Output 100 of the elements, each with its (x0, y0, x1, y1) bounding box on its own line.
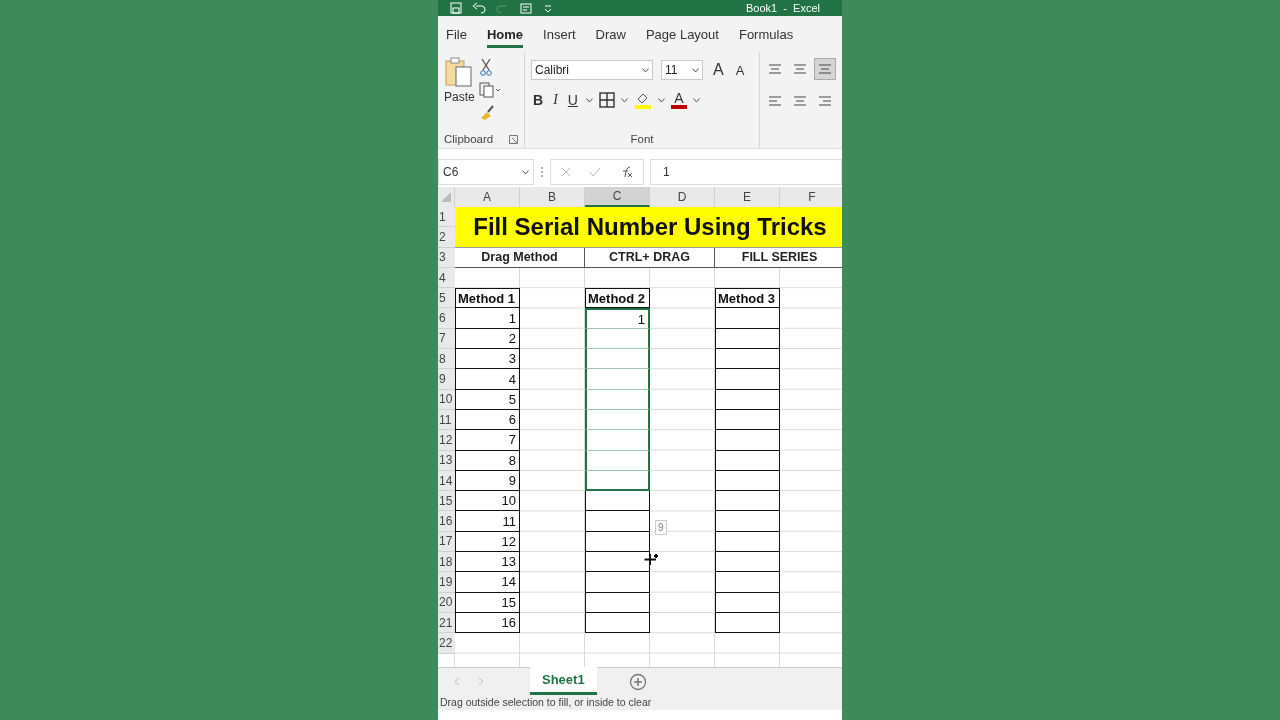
caret-icon[interactable] (585, 97, 593, 103)
launcher-icon[interactable] (509, 134, 518, 144)
row-header[interactable]: 17 (438, 531, 455, 553)
table-cell[interactable] (585, 389, 650, 410)
table-cell[interactable] (585, 612, 650, 634)
table-cell[interactable]: 11 (455, 511, 520, 532)
table-cell[interactable]: 13 (455, 552, 520, 573)
row-header[interactable]: 8 (438, 349, 455, 370)
table-cell[interactable]: 12 (455, 531, 520, 553)
table-cell[interactable] (585, 552, 650, 573)
borders-icon[interactable] (598, 92, 615, 108)
row-header[interactable]: 22 (438, 633, 455, 654)
table-cell[interactable] (715, 612, 780, 634)
table-cell[interactable] (715, 470, 780, 492)
underline-button[interactable]: U (565, 92, 580, 108)
row-header[interactable]: 2 (438, 227, 455, 248)
table-cell[interactable]: 5 (455, 389, 520, 410)
check-icon[interactable] (589, 167, 601, 177)
row-header[interactable]: 16 (438, 511, 455, 532)
formula-field[interactable]: 1 (650, 159, 842, 185)
table-cell[interactable]: 2 (455, 328, 520, 350)
table-cell[interactable] (715, 552, 780, 573)
table-cell[interactable] (715, 511, 780, 532)
save-icon[interactable] (450, 2, 462, 14)
undo-icon[interactable] (472, 2, 486, 14)
row-header[interactable]: 6 (438, 308, 455, 329)
add-sheet-button[interactable] (628, 672, 647, 691)
row-header[interactable]: 18 (438, 552, 455, 573)
table-cell[interactable] (715, 308, 780, 329)
table-cell[interactable] (715, 328, 780, 350)
table-cell[interactable]: 16 (455, 612, 520, 634)
table-cell[interactable]: 14 (455, 572, 520, 593)
table-cell[interactable]: 3 (455, 349, 520, 370)
row-header[interactable]: 12 (438, 430, 455, 451)
table-cell[interactable] (585, 531, 650, 553)
table-cell[interactable]: 15 (455, 592, 520, 613)
column-header[interactable]: C (585, 187, 650, 207)
table-cell[interactable] (585, 430, 650, 451)
row-header[interactable]: 15 (438, 491, 455, 512)
font-name-dropdown[interactable]: Calibri (531, 60, 653, 80)
fill-color-icon[interactable] (633, 91, 652, 109)
table-cell[interactable] (715, 531, 780, 553)
caret-icon[interactable] (692, 97, 700, 103)
table-cell[interactable] (715, 572, 780, 593)
copy-icon[interactable] (478, 82, 501, 98)
table-cell[interactable] (585, 450, 650, 471)
table-cell[interactable]: 1 (455, 308, 520, 329)
table-cell[interactable] (715, 409, 780, 431)
table-cell[interactable] (585, 491, 650, 512)
form-icon[interactable] (520, 2, 534, 14)
row-header[interactable]: 3 (438, 247, 455, 268)
table-cell[interactable]: 10 (455, 491, 520, 512)
table-cell[interactable]: 9 (455, 470, 520, 492)
ribbon-tab[interactable]: Formulas (738, 20, 794, 48)
row-header[interactable]: 21 (438, 612, 455, 634)
row-header[interactable]: 7 (438, 328, 455, 350)
caret-icon[interactable] (620, 97, 628, 103)
grow-font-button[interactable]: A (711, 61, 726, 79)
font-color-button[interactable]: A (670, 91, 687, 109)
table-cell[interactable]: 8 (455, 450, 520, 471)
column-header[interactable]: F (780, 187, 842, 207)
table-cell[interactable] (585, 369, 650, 390)
table-cell[interactable] (585, 511, 650, 532)
name-box[interactable]: C6 (438, 159, 534, 185)
customize-icon[interactable] (544, 2, 552, 14)
table-cell[interactable] (585, 592, 650, 613)
table-cell[interactable] (715, 592, 780, 613)
caret-icon[interactable] (657, 97, 665, 103)
row-header[interactable]: 14 (438, 470, 455, 492)
row-header[interactable]: 4 (438, 267, 455, 289)
scissors-icon[interactable] (478, 58, 493, 76)
column-header[interactable]: B (520, 187, 585, 207)
row-header[interactable]: 5 (438, 288, 455, 309)
column-header[interactable]: E (715, 187, 780, 207)
table-cell[interactable] (585, 572, 650, 593)
row-header[interactable]: 20 (438, 592, 455, 613)
table-cell[interactable] (715, 450, 780, 471)
table-cell[interactable] (585, 409, 650, 431)
paste-button[interactable]: Paste (444, 56, 475, 130)
table-cell[interactable] (585, 328, 650, 350)
table-cell[interactable] (585, 349, 650, 370)
caret-icon[interactable] (692, 67, 699, 73)
table-cell[interactable] (715, 369, 780, 390)
table-cell[interactable]: 4 (455, 369, 520, 390)
ribbon-tab[interactable]: Insert (543, 20, 576, 48)
table-cell[interactable]: 1 (585, 308, 650, 329)
ribbon-tab[interactable]: Home (486, 20, 524, 48)
table-cell[interactable] (715, 430, 780, 451)
column-header[interactable]: A (455, 187, 520, 207)
bold-button[interactable]: B (531, 92, 546, 108)
italic-button[interactable]: I (551, 92, 560, 108)
column-header[interactable]: D (650, 187, 715, 207)
table-cell[interactable]: 6 (455, 409, 520, 431)
row-header[interactable]: 10 (438, 389, 455, 410)
ribbon-tab[interactable]: Draw (595, 20, 626, 48)
table-cell[interactable]: 7 (455, 430, 520, 451)
table-cell[interactable] (715, 491, 780, 512)
row-header[interactable]: 9 (438, 369, 455, 390)
sheet-tab[interactable]: Sheet1 (530, 667, 597, 695)
table-cell[interactable] (715, 389, 780, 410)
